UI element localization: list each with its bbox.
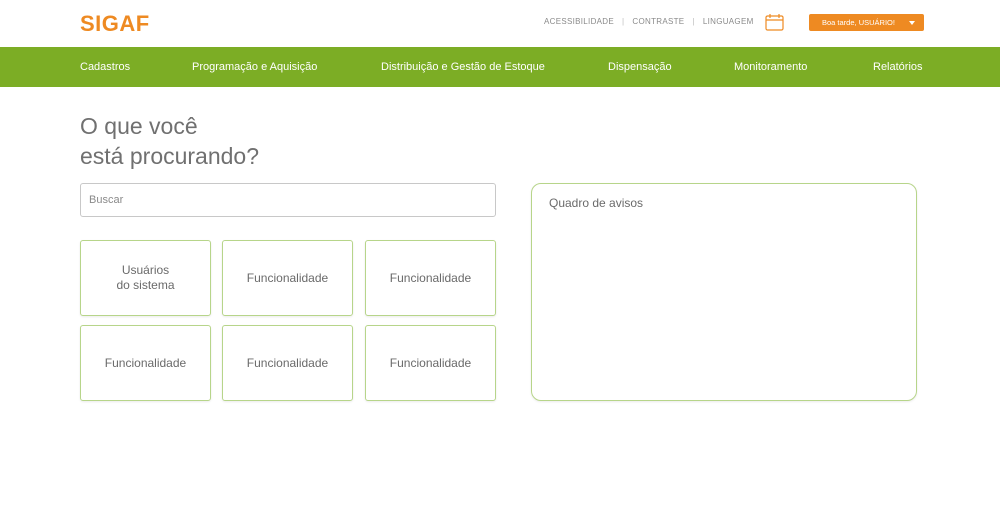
page-title-line-1: O que você: [80, 113, 198, 139]
top-header: SIGAF ACESSIBILIDADE | CONTRASTE | LINGU…: [0, 0, 1000, 47]
nav-item-monitoramento[interactable]: Monitoramento: [734, 61, 807, 73]
user-greeting: Boa tarde, USUÁRIO!: [822, 18, 895, 27]
divider: |: [692, 17, 695, 26]
accessibility-link[interactable]: ACESSIBILIDADE: [544, 17, 614, 26]
page-title: O que você está procurando?: [80, 111, 259, 171]
caret-down-icon: [909, 21, 915, 25]
nav-item-programacao-aquisicao[interactable]: Programação e Aquisição: [192, 61, 317, 73]
tile-funcionalidade[interactable]: Funcionalidade: [365, 240, 496, 316]
main-nav: Cadastros Programação e Aquisição Distri…: [0, 47, 1000, 87]
nav-item-distribuicao-estoque[interactable]: Distribuição e Gestão de Estoque: [381, 61, 545, 73]
nav-item-dispensacao[interactable]: Dispensação: [608, 61, 672, 73]
language-link[interactable]: LINGUAGEM: [703, 17, 754, 26]
tile-funcionalidade[interactable]: Funcionalidade: [222, 240, 353, 316]
notice-board-title: Quadro de avisos: [549, 196, 644, 210]
tile-funcionalidade[interactable]: Funcionalidade: [222, 325, 353, 401]
logo[interactable]: SIGAF: [80, 11, 150, 37]
tile-funcionalidade[interactable]: Funcionalidade: [80, 325, 211, 401]
page-title-line-2: está procurando?: [80, 143, 260, 169]
calendar-icon[interactable]: [765, 13, 784, 31]
contrast-link[interactable]: CONTRASTE: [632, 17, 684, 26]
notice-board: Quadro de avisos: [531, 183, 917, 401]
utility-links: ACESSIBILIDADE | CONTRASTE | LINGUAGEM: [544, 17, 754, 26]
nav-item-cadastros[interactable]: Cadastros: [80, 61, 130, 73]
tile-usuarios-do-sistema[interactable]: Usuários do sistema: [80, 240, 211, 316]
search-input[interactable]: [80, 183, 496, 217]
user-menu-button[interactable]: Boa tarde, USUÁRIO!: [809, 14, 924, 31]
nav-item-relatorios[interactable]: Relatórios: [873, 61, 923, 73]
divider: |: [622, 17, 625, 26]
tile-funcionalidade[interactable]: Funcionalidade: [365, 325, 496, 401]
